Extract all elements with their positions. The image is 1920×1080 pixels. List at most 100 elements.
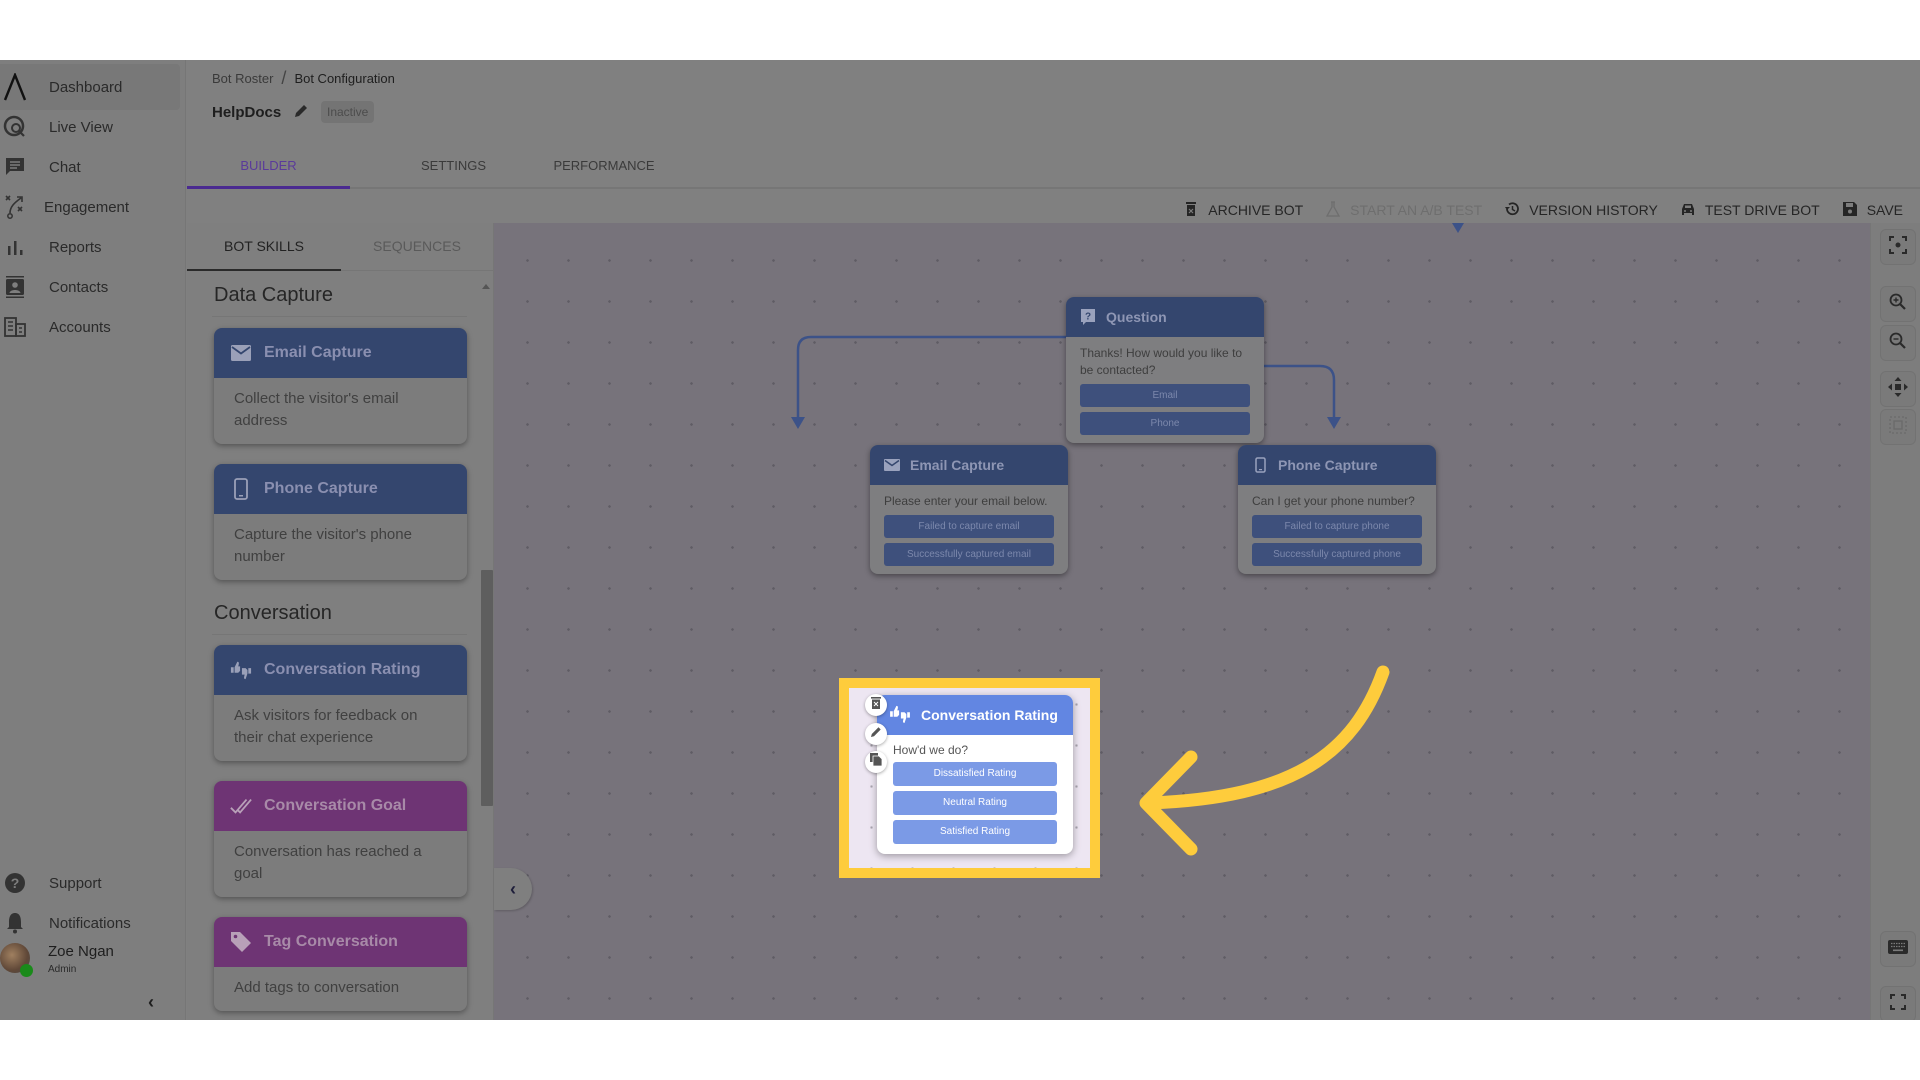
app-window: Dashboard Live View Chat Engagement Repo… xyxy=(0,60,1920,1020)
section-title-data-capture: Data Capture xyxy=(214,284,333,306)
main-tabs: BUILDER SETTINGS PERFORMANCE xyxy=(187,150,1920,189)
node-branch-button[interactable]: Email xyxy=(1080,384,1250,407)
node-text: How'd we do? xyxy=(893,743,968,757)
annotation-arrow-curve xyxy=(1142,665,1390,810)
skill-card-phone-capture[interactable]: Phone Capture Capture the visitor's phon… xyxy=(214,464,467,580)
flow-node-question[interactable]: ? Question Thanks! How would you like to … xyxy=(1066,297,1264,443)
connector-phone-arrowhead xyxy=(1327,417,1341,429)
sidebar-item-accounts[interactable]: Accounts xyxy=(0,304,180,350)
node-branch-button[interactable]: Phone xyxy=(1080,412,1250,435)
panel-tabs: BOT SKILLS SEQUENCES xyxy=(187,223,493,271)
bot-name: HelpDocs xyxy=(212,104,282,121)
thumbs-up-down-icon xyxy=(889,705,911,726)
skill-card-conversation-goal[interactable]: Conversation Goal Conversation has reach… xyxy=(214,781,467,897)
node-branch-button[interactable]: Dissatisfied Rating xyxy=(893,762,1057,786)
test-drive-bot-button[interactable]: TEST DRIVE BOT xyxy=(1680,201,1820,220)
ab-test-label: START AN A/B TEST xyxy=(1350,202,1483,218)
breadcrumb-link-bot-roster[interactable]: Bot Roster xyxy=(212,71,273,86)
svg-text:?: ? xyxy=(11,875,20,891)
edit-node-button[interactable] xyxy=(865,723,887,745)
keyboard-shortcuts-button[interactable] xyxy=(1880,931,1916,967)
sidebar: Dashboard Live View Chat Engagement Repo… xyxy=(0,60,186,1020)
section-divider xyxy=(212,634,467,635)
sidebar-item-label: Notifications xyxy=(49,914,131,932)
panel-scrollbar[interactable] xyxy=(481,570,493,806)
node-text: Can I get your phone number? xyxy=(1252,494,1415,508)
node-text: Please enter your email below. xyxy=(884,494,1048,508)
node-branch-button[interactable]: Neutral Rating xyxy=(893,791,1057,815)
connector-email xyxy=(796,335,1082,420)
archive-bot-button[interactable]: ARCHIVE BOT xyxy=(1183,201,1303,220)
node-title: Conversation Rating xyxy=(921,707,1058,723)
connector-email-arrowhead xyxy=(791,417,805,429)
logo-caret-icon xyxy=(2,73,28,101)
chat-icon xyxy=(2,154,28,180)
section-divider xyxy=(212,316,467,317)
node-branch-button[interactable]: Successfully captured phone xyxy=(1252,543,1422,566)
skill-card-title: Email Capture xyxy=(264,344,372,361)
sidebar-item-label: Contacts xyxy=(49,278,109,296)
pencil-icon[interactable] xyxy=(293,103,309,122)
sidebar-item-label: Engagement xyxy=(44,198,130,216)
user-profile[interactable]: Zoe Ngan Admin xyxy=(0,935,180,985)
duplicate-node-button[interactable] xyxy=(865,751,887,773)
sidebar-item-label: Chat xyxy=(49,158,81,176)
start-ab-test-button[interactable]: START AN A/B TEST xyxy=(1325,200,1483,220)
skill-card-description: Collect the visitor's email address xyxy=(234,390,399,429)
skill-card-email-capture[interactable]: Email Capture Collect the visitor's emai… xyxy=(214,328,467,444)
scroll-up-arrow[interactable] xyxy=(482,284,490,289)
move-arrows-icon xyxy=(1888,376,1908,402)
tab-builder[interactable]: BUILDER xyxy=(187,150,350,189)
skill-card-description: Ask visitors for feedback on their chat … xyxy=(234,707,418,746)
car-icon xyxy=(1680,201,1696,220)
select-area-icon xyxy=(1889,415,1907,439)
save-button[interactable]: SAVE xyxy=(1842,201,1903,220)
skill-card-title: Conversation Rating xyxy=(264,661,421,678)
bar-chart-icon xyxy=(2,234,28,260)
node-title: Question xyxy=(1106,309,1167,325)
skill-card-conversation-rating[interactable]: Conversation Rating Ask visitors for fee… xyxy=(214,645,467,761)
sidebar-item-label: Accounts xyxy=(49,318,111,336)
node-branch-button[interactable]: Successfully captured email xyxy=(884,543,1054,566)
test-drive-label: TEST DRIVE BOT xyxy=(1704,202,1820,218)
select-area-button[interactable] xyxy=(1880,409,1916,445)
tab-sequences[interactable]: SEQUENCES xyxy=(341,223,493,271)
zoom-in-button[interactable] xyxy=(1880,286,1916,322)
double-check-icon xyxy=(230,795,252,817)
flow-node-conversation-rating[interactable]: Conversation Rating How'd we do? Dissati… xyxy=(865,694,1073,854)
flow-node-phone-capture[interactable]: Phone Capture Can I get your phone numbe… xyxy=(1238,445,1436,574)
skill-card-description: Capture the visitor's phone number xyxy=(234,526,412,565)
skill-card-tag-conversation[interactable]: Tag Conversation Add tags to conversatio… xyxy=(214,917,467,1011)
flow-node-email-capture[interactable]: Email Capture Please enter your email be… xyxy=(870,445,1068,574)
skill-card-description: Conversation has reached a goal xyxy=(234,843,422,882)
breadcrumb: Bot Roster / Bot Configuration xyxy=(212,68,395,89)
node-branch-button[interactable]: Failed to capture email xyxy=(884,515,1054,538)
fullscreen-button[interactable] xyxy=(1880,986,1916,1020)
envelope-icon xyxy=(230,342,252,364)
user-role: Admin xyxy=(48,964,77,975)
pan-button[interactable] xyxy=(1880,371,1916,407)
sidebar-item-label: Dashboard xyxy=(49,78,123,96)
zoom-out-button[interactable] xyxy=(1880,325,1916,361)
thumbs-up-down-icon xyxy=(230,659,252,681)
tab-bot-skills[interactable]: BOT SKILLS xyxy=(187,223,341,271)
version-history-button[interactable]: VERSION HISTORY xyxy=(1504,201,1658,220)
node-branch-button[interactable]: Satisfied Rating xyxy=(893,820,1057,844)
node-branch-button[interactable]: Failed to capture phone xyxy=(1252,515,1422,538)
question-icon: ? xyxy=(1080,309,1096,325)
keyboard-icon xyxy=(1888,939,1908,959)
contacts-icon xyxy=(2,274,28,300)
breadcrumb-current: Bot Configuration xyxy=(294,71,395,86)
tab-performance[interactable]: PERFORMANCE xyxy=(510,150,698,189)
save-label: SAVE xyxy=(1866,202,1903,218)
fullscreen-icon xyxy=(1890,993,1906,1015)
delete-node-button[interactable] xyxy=(865,694,887,716)
trash-icon xyxy=(871,696,881,714)
recenter-button[interactable] xyxy=(1880,229,1916,265)
collapse-sidebar-button[interactable]: ‹ xyxy=(148,992,154,1013)
trash-icon xyxy=(1183,201,1199,220)
flow-canvas[interactable]: ? Question Thanks! How would you like to … xyxy=(494,223,1870,1020)
highlight-frame: Conversation Rating How'd we do? Dissati… xyxy=(839,678,1100,878)
builder-toolbar: ARCHIVE BOT START AN A/B TEST VERSION HI… xyxy=(1183,195,1903,225)
svg-text:?: ? xyxy=(1085,312,1091,323)
